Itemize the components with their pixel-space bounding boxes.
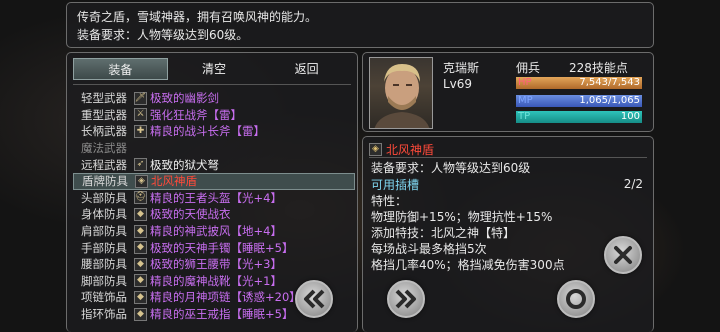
equipment-item-icon: ◆: [134, 241, 147, 255]
equipment-item-icon: ◆: [134, 207, 147, 221]
slot-type-label: 身体防具: [81, 207, 127, 222]
equipment-item-icon: ⚔: [134, 108, 147, 122]
equipment-slot-row[interactable]: 头部防具 ⛑ 精良的王者头盔【光+4】: [73, 190, 355, 207]
slot-type-label: 脚部防具: [81, 273, 127, 288]
equipment-item-icon: ➶: [134, 158, 147, 172]
slot-type-label: 长柄武器: [81, 124, 127, 139]
ring-icon: [566, 289, 586, 309]
confirm-button[interactable]: [557, 280, 595, 318]
hp-bar: HP 7,543/7,543: [516, 77, 642, 89]
equipment-tabs: 装备 清空 返回: [73, 58, 353, 80]
equipment-item-icon: ◆: [134, 274, 147, 288]
clear-button[interactable]: 清空: [168, 58, 261, 80]
item-name: 北风神盾: [386, 143, 435, 157]
equipment-item-name: 极致的狮王腰带【光+3】: [150, 257, 282, 272]
equipment-slot-row[interactable]: 肩部防具 ◆ 精良的神武披风【地+4】: [73, 223, 355, 240]
attribute-line: 物理防御+15%；物理抗性+15%: [371, 210, 553, 224]
shield-icon: ◈: [369, 143, 382, 156]
slot-type-label: 重型武器: [81, 107, 127, 122]
inlay-slots-count: 2/2: [623, 177, 643, 191]
slot-type-label: 手部防具: [81, 240, 127, 255]
slot-type-label: 腰部防具: [81, 257, 127, 272]
character-class: 佣兵: [516, 61, 541, 75]
tp-label: TP: [518, 111, 531, 122]
item-detail-header: ◈ 北风神盾: [369, 141, 434, 158]
slot-type-label: 魔法武器: [81, 141, 127, 156]
equipment-item-name: 强化狂战斧【雷】: [150, 107, 242, 122]
tab-equip[interactable]: 装备: [73, 58, 168, 80]
equipment-item-icon: ⛑: [134, 191, 147, 205]
slot-type-label: 盾牌防具: [82, 174, 128, 189]
equipment-slot-row[interactable]: 长柄武器 ✚ 精良的战斗长斧【雷】: [73, 123, 355, 140]
divider: [369, 157, 647, 158]
slot-type-label: 肩部防具: [81, 224, 127, 239]
attribute-title: 特性：: [371, 194, 408, 208]
equipment-item-name: 精良的王者头盔【光+4】: [150, 190, 282, 205]
back-button[interactable]: 返回: [260, 58, 353, 80]
slot-type-label: 指环饰品: [81, 307, 127, 322]
equipment-item-icon: ◆: [134, 257, 147, 271]
slot-type-label: 远程武器: [81, 157, 127, 172]
item-requirement: 装备要求：人物等级达到60级: [371, 161, 531, 175]
equipment-item-name: 极致的天使战衣: [150, 207, 231, 222]
equipment-item-name: 精良的巫王戒指【睡眠+5】: [150, 307, 294, 322]
inlay-slots-label: 可用插槽: [371, 178, 420, 192]
hp-label: HP: [518, 77, 532, 88]
slot-type-label: 轻型武器: [81, 91, 127, 106]
tp-bar: TP 100: [516, 111, 642, 123]
attribute-line: 格挡几率40%；格挡减免伤害300点: [371, 258, 565, 272]
equipment-item-icon: ◆: [134, 307, 147, 321]
character-level: Lv69: [443, 77, 473, 91]
equipment-item-name: 精良的神武披风【地+4】: [150, 224, 282, 239]
equipment-item-name: 极致的幽影剑: [150, 91, 219, 106]
next-button[interactable]: [387, 280, 425, 318]
equipment-item-name: 精良的月神项链【诱惑+20】: [150, 290, 301, 305]
double-chevron-left-icon: [304, 289, 325, 309]
equipment-slot-row[interactable]: 重型武器 ⚔ 强化狂战斧【雷】: [73, 107, 355, 124]
divider: [73, 84, 351, 85]
tp-value: 100: [620, 111, 640, 122]
mp-bar: MP 1,065/1,065: [516, 95, 642, 107]
equipment-item-icon: ◆: [134, 290, 147, 304]
attribute-line: 添加特技：北风之神【特】: [371, 226, 516, 240]
hp-value: 7,543/7,543: [579, 77, 640, 88]
description-line-2: 装备要求：人物等级达到60级。: [77, 28, 249, 42]
close-button[interactable]: [604, 236, 642, 274]
character-name: 克瑞斯: [443, 61, 480, 75]
equipment-slot-row[interactable]: 魔法武器: [73, 140, 355, 157]
equipment-slot-row[interactable]: 腰部防具 ◆ 极致的狮王腰带【光+3】: [73, 256, 355, 273]
item-description-panel: 传奇之盾，雪域神器，拥有召唤风神的能力。 装备要求：人物等级达到60级。: [66, 2, 654, 48]
slot-type-label: 头部防具: [81, 190, 127, 205]
slot-type-label: 项链饰品: [81, 290, 127, 305]
attribute-line: 每场战斗最多格挡5次: [371, 242, 487, 256]
equipment-slot-row[interactable]: 盾牌防具 ◈ 北风神盾: [73, 172, 355, 190]
equipment-item-name: 极致的狱犬弩: [150, 157, 219, 172]
character-portrait: [369, 57, 433, 129]
equipment-item-name: 北风神盾: [151, 174, 197, 189]
equipment-item-name: 极致的天神手镯【睡眠+5】: [150, 240, 294, 255]
equipment-slot-row[interactable]: 手部防具 ◆ 极致的天神手镯【睡眠+5】: [73, 239, 355, 256]
equipment-item-icon: ✚: [134, 124, 147, 138]
equipment-item-name: 精良的魔神战靴【光+1】: [150, 273, 282, 288]
skill-points: 228技能点: [569, 61, 628, 75]
close-icon: [614, 246, 632, 264]
mp-label: MP: [518, 95, 533, 106]
double-chevron-right-icon: [395, 289, 416, 309]
equipment-slot-row[interactable]: 轻型武器 🗡 极致的幽影剑: [73, 90, 355, 107]
description-line-1: 传奇之盾，雪域神器，拥有召唤风神的能力。: [77, 10, 318, 24]
character-panel: 克瑞斯 Lv69 佣兵 228技能点 HP 7,543/7,543 MP 1,0…: [362, 52, 654, 132]
equipment-item-name: 精良的战斗长斧【雷】: [150, 124, 265, 139]
equipment-item-icon: ◆: [134, 224, 147, 238]
previous-button[interactable]: [295, 280, 333, 318]
equipment-item-icon: ◈: [135, 174, 148, 188]
equipment-item-icon: 🗡: [134, 91, 147, 105]
mp-value: 1,065/1,065: [579, 95, 640, 106]
equipment-slot-row[interactable]: 身体防具 ◆ 极致的天使战衣: [73, 206, 355, 223]
equipment-slot-row[interactable]: 远程武器 ➶ 极致的狱犬弩: [73, 156, 355, 173]
